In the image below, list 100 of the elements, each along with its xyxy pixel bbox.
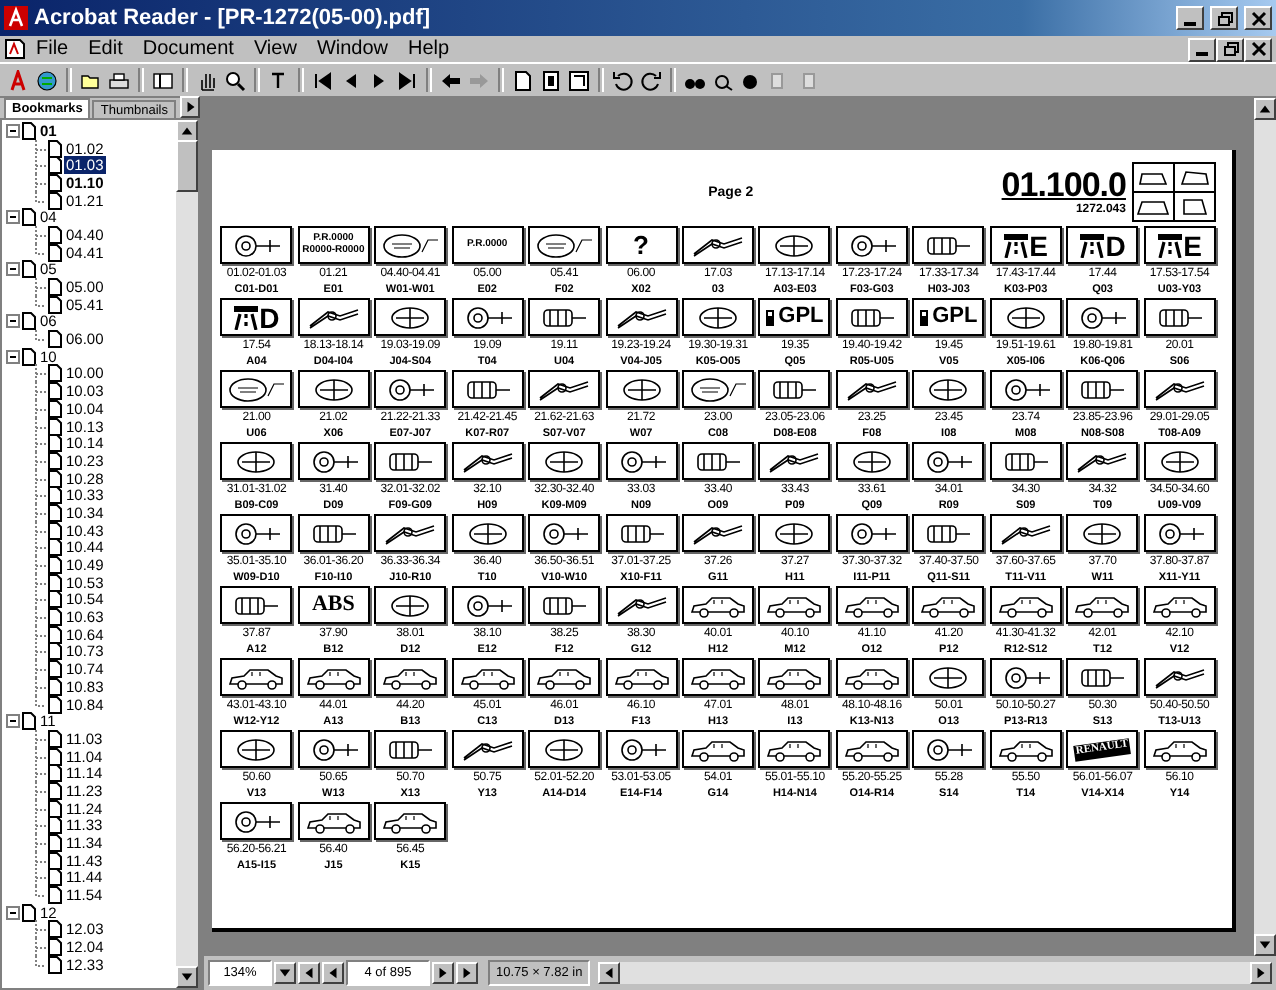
section-thumbnail[interactable]: D [1066, 226, 1139, 264]
section-thumbnail[interactable] [912, 442, 985, 480]
section-thumbnail[interactable]: E [989, 226, 1062, 264]
section-thumbnail[interactable] [758, 514, 831, 552]
first-page-button[interactable] [310, 67, 336, 93]
scroll-right-button[interactable] [1250, 962, 1272, 984]
section-thumbnail[interactable] [681, 370, 754, 408]
scroll-left-button[interactable] [598, 962, 621, 984]
zoom-dropdown-button[interactable] [274, 962, 296, 984]
section-thumbnail[interactable] [605, 370, 678, 408]
section-thumbnail[interactable] [1143, 514, 1216, 552]
section-thumbnail[interactable] [1143, 370, 1216, 408]
section-thumbnail[interactable] [451, 586, 524, 624]
section-thumbnail[interactable] [835, 442, 908, 480]
print-button[interactable] [106, 67, 132, 93]
section-thumbnail[interactable] [758, 370, 831, 408]
section-thumbnail[interactable] [1143, 298, 1216, 336]
section-thumbnail[interactable] [374, 802, 447, 840]
section-thumbnail[interactable] [451, 370, 524, 408]
section-thumbnail[interactable]: ? [605, 226, 678, 264]
section-thumbnail[interactable] [681, 298, 754, 336]
section-thumbnail[interactable] [528, 442, 601, 480]
section-thumbnail[interactable] [681, 514, 754, 552]
section-thumbnail[interactable] [220, 586, 293, 624]
section-thumbnail[interactable] [451, 730, 524, 768]
panel-button[interactable] [150, 67, 176, 93]
section-thumbnail[interactable] [835, 586, 908, 624]
section-thumbnail[interactable] [835, 730, 908, 768]
section-thumbnail[interactable] [220, 514, 293, 552]
menu-item[interactable]: Window [306, 38, 399, 60]
section-thumbnail[interactable] [758, 658, 831, 696]
section-thumbnail[interactable] [835, 370, 908, 408]
section-thumbnail[interactable]: D [220, 298, 293, 336]
collapse-icon[interactable] [6, 262, 20, 277]
section-thumbnail[interactable] [605, 442, 678, 480]
collapse-icon[interactable] [6, 210, 20, 225]
section-thumbnail[interactable] [528, 658, 601, 696]
collapse-icon[interactable] [6, 905, 20, 920]
section-thumbnail[interactable] [758, 442, 831, 480]
section-thumbnail[interactable] [451, 514, 524, 552]
document-close-button[interactable] [1244, 37, 1272, 61]
section-thumbnail[interactable] [451, 658, 524, 696]
scrollbar-thumb[interactable] [176, 140, 198, 192]
document-scrollbar[interactable] [1254, 98, 1276, 956]
section-thumbnail[interactable] [989, 514, 1062, 552]
section-thumbnail[interactable] [220, 730, 293, 768]
section-thumbnail[interactable] [1066, 514, 1139, 552]
section-thumbnail[interactable]: E [1143, 226, 1216, 264]
section-thumbnail[interactable] [912, 514, 985, 552]
scroll-down-button[interactable] [1254, 934, 1276, 956]
scroll-down-button[interactable] [176, 966, 198, 988]
section-thumbnail[interactable] [220, 226, 293, 264]
section-thumbnail[interactable] [1066, 586, 1139, 624]
section-thumbnail[interactable] [528, 730, 601, 768]
collapse-icon[interactable] [6, 349, 20, 364]
section-thumbnail[interactable] [989, 730, 1062, 768]
section-thumbnail[interactable] [1143, 586, 1216, 624]
section-thumbnail[interactable] [989, 298, 1062, 336]
close-button[interactable] [1244, 6, 1272, 30]
fit-width-button[interactable] [566, 67, 592, 93]
section-thumbnail[interactable] [989, 586, 1062, 624]
section-thumbnail[interactable] [374, 298, 447, 336]
section-thumbnail[interactable] [374, 226, 447, 264]
scroll-up-button[interactable] [1254, 98, 1276, 120]
section-thumbnail[interactable] [681, 730, 754, 768]
section-thumbnail[interactable] [912, 586, 985, 624]
section-thumbnail[interactable] [912, 730, 985, 768]
scroll-up-button[interactable] [176, 120, 198, 142]
section-thumbnail[interactable] [989, 658, 1062, 696]
menu-item[interactable]: Help [398, 38, 460, 60]
section-thumbnail[interactable] [1066, 658, 1139, 696]
section-thumbnail[interactable] [605, 586, 678, 624]
section-thumbnail[interactable] [681, 226, 754, 264]
section-thumbnail[interactable] [374, 370, 447, 408]
section-thumbnail[interactable] [297, 298, 370, 336]
section-thumbnail[interactable] [220, 370, 293, 408]
document-restore-button[interactable] [1216, 37, 1244, 61]
first-page-button[interactable] [298, 962, 320, 984]
section-thumbnail[interactable] [297, 658, 370, 696]
section-thumbnail[interactable] [758, 226, 831, 264]
section-thumbnail[interactable] [297, 370, 370, 408]
section-thumbnail[interactable] [835, 658, 908, 696]
menu-item[interactable]: Edit [78, 38, 133, 60]
section-thumbnail[interactable] [374, 730, 447, 768]
section-thumbnail[interactable] [1066, 442, 1139, 480]
section-thumbnail[interactable] [451, 298, 524, 336]
menu-item[interactable]: File [26, 38, 79, 60]
section-thumbnail[interactable] [681, 658, 754, 696]
panel-menu-button[interactable] [180, 96, 200, 118]
collapse-icon[interactable] [6, 123, 20, 138]
next-page-button[interactable] [432, 962, 454, 984]
globe-button[interactable] [34, 67, 60, 93]
section-thumbnail[interactable] [374, 442, 447, 480]
vertical-scrollbar[interactable] [176, 120, 198, 988]
section-thumbnail[interactable] [528, 514, 601, 552]
section-thumbnail[interactable]: ABS [297, 586, 370, 624]
section-thumbnail[interactable] [297, 514, 370, 552]
section-thumbnail[interactable] [1066, 298, 1139, 336]
section-thumbnail[interactable] [528, 586, 601, 624]
section-thumbnail[interactable] [835, 298, 908, 336]
